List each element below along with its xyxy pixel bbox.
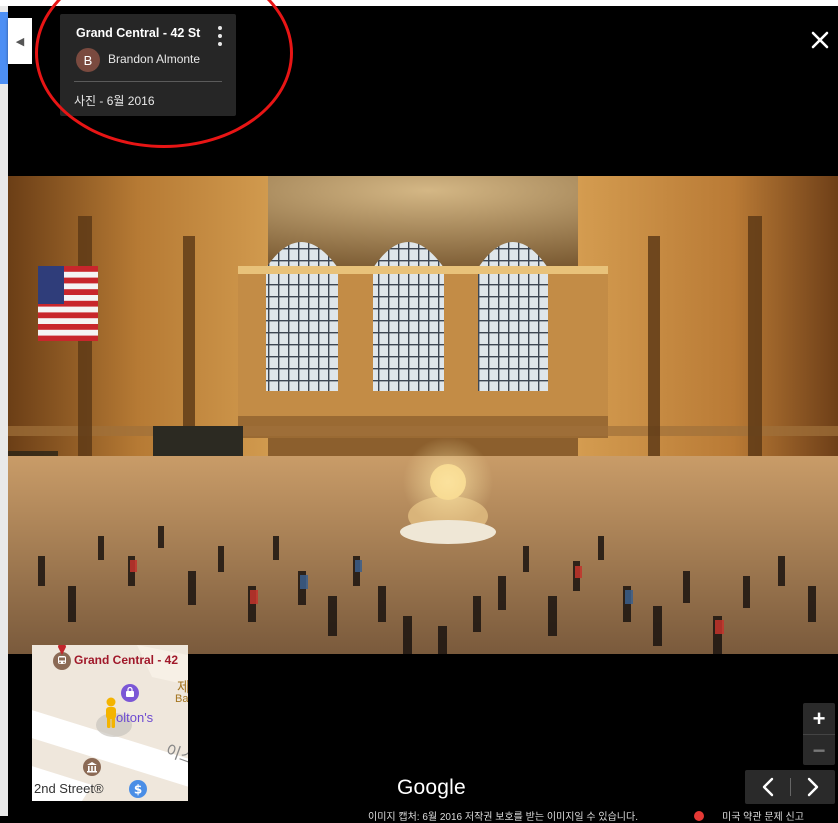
dollar-icon: $ [129,780,147,798]
next-arrow-icon [807,777,818,797]
photo-navigation [745,770,835,804]
photo-info-card: Grand Central - 42 St B Brandon Almonte … [60,14,236,116]
close-icon [811,31,829,49]
photo-date: 사진 - 6월 2016 [74,94,155,108]
footer-dot-icon [694,811,704,821]
zoom-out-button[interactable]: − [803,734,835,766]
map-label-station: Grand Central - 42 [74,653,179,667]
google-logo: Google [397,776,466,799]
mini-map[interactable]: Grand Central - 42 제 Ba olton's 이스 2nd S… [32,645,188,801]
place-title[interactable]: Grand Central - 42 St [76,26,200,40]
location-pin-icon [58,645,66,655]
collapse-arrow-icon: ◀ [15,35,25,48]
shopping-bag-icon [121,684,139,702]
next-photo-button[interactable] [790,770,835,804]
collapse-panel-button[interactable]: ◀ [8,18,32,64]
street-view-photo[interactable] [8,176,838,654]
map-label-street: 2nd Street® [34,781,104,796]
more-vertical-icon[interactable] [214,26,226,46]
author-name[interactable]: Brandon Almonte [108,52,200,66]
map-label-store: olton's [116,710,154,725]
zoom-control: + − [803,703,835,765]
card-divider [74,81,222,82]
previous-photo-button[interactable] [745,770,790,804]
prev-arrow-icon [762,777,773,797]
svg-text:$: $ [134,783,142,797]
pegman-icon[interactable] [102,697,120,729]
browser-top-strip [0,0,838,6]
side-panel-accent [0,12,8,84]
side-panel-edge [0,6,8,816]
close-viewer-button[interactable] [806,26,834,54]
concourse-photo-illustration [8,176,838,654]
author-avatar[interactable]: B [76,48,100,72]
bank-icon [83,758,101,776]
zoom-in-button[interactable]: + [803,703,835,734]
map-label-b: Ba [175,693,188,705]
